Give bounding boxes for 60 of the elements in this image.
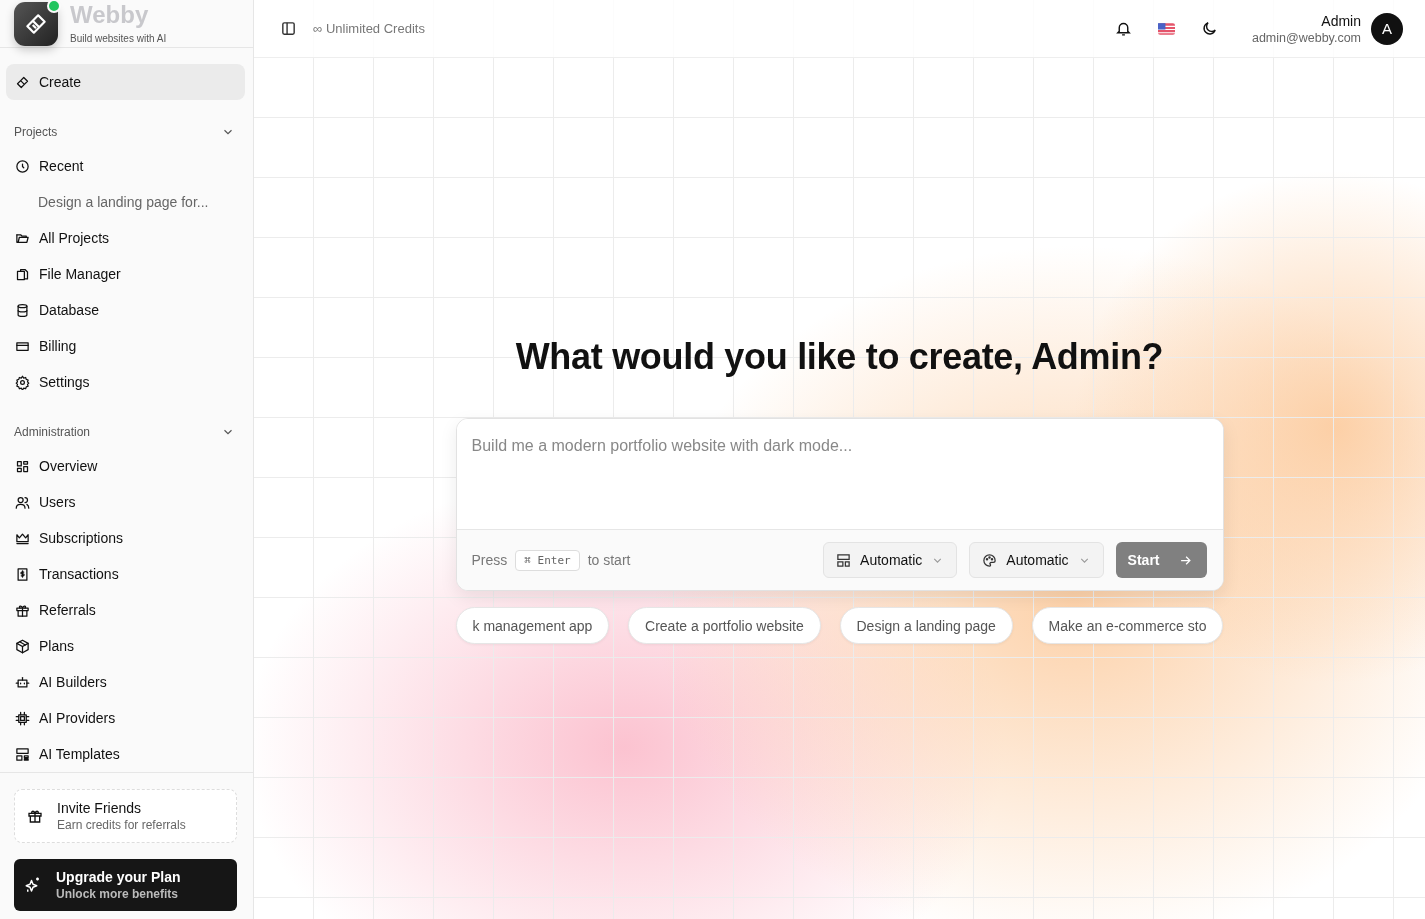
chip-icon	[15, 710, 30, 726]
section-header[interactable]: Projects	[6, 118, 245, 146]
prompt-card[interactable]: Build me a modern portfolio website with dark mode... Press ⌘ Enter to start Automatic Automatic Start	[455, 418, 1224, 591]
invite-card[interactable]: Invite Friends Earn credits for referrals	[14, 789, 237, 843]
keyboard-shortcut: ⌘ Enter	[515, 549, 580, 571]
clock-icon	[15, 158, 30, 174]
hint-text: to start	[587, 552, 631, 568]
nav-item[interactable]: Subscriptions	[6, 520, 245, 556]
section-header[interactable]: Administration	[6, 418, 245, 446]
invite-subtitle: Earn credits for referrals	[57, 818, 186, 832]
palette-icon	[982, 552, 998, 568]
nav-item[interactable]: Database	[6, 292, 245, 328]
nav-item[interactable]: Overview	[6, 448, 245, 484]
nav-item[interactable]: All Projects	[6, 220, 245, 256]
suggestion-chip[interactable]: k management app	[455, 607, 610, 644]
grid-icon	[15, 458, 30, 474]
nav-item[interactable]: Transactions	[6, 556, 245, 592]
create-nav-item[interactable]: Create	[6, 64, 245, 100]
prompt-input[interactable]: Build me a modern portfolio website with dark mode...	[456, 419, 1223, 529]
database-icon	[15, 302, 30, 318]
avatar[interactable]: A	[1371, 12, 1403, 45]
nav-item[interactable]: Recent	[6, 148, 245, 184]
sparkle-icon	[24, 876, 42, 894]
receipt-icon	[15, 566, 30, 582]
nav-item[interactable]: Users	[6, 484, 245, 520]
user-email: admin@webby.com	[1251, 30, 1361, 45]
recent-project-item[interactable]: Design a landing page for...	[6, 184, 245, 220]
mode-select[interactable]: Automatic	[969, 542, 1104, 578]
mode-select[interactable]: Automatic	[823, 542, 958, 578]
nav-item[interactable]: Billing	[6, 328, 245, 364]
upgrade-subtitle: Unlock more benefits	[56, 887, 180, 901]
gift-icon	[15, 602, 30, 618]
user-name: Admin	[1320, 12, 1361, 29]
crown-icon	[15, 530, 30, 546]
layout-icon	[836, 552, 852, 568]
settings-icon	[15, 374, 30, 390]
upgrade-card[interactable]: Upgrade your Plan Unlock more benefits	[14, 859, 237, 911]
invite-title: Invite Friends	[57, 800, 143, 816]
upgrade-title: Upgrade your Plan	[56, 869, 181, 885]
infinity-symbol: ∞	[313, 21, 323, 36]
robot-icon	[15, 674, 30, 690]
nav-item[interactable]: AI Providers	[6, 700, 245, 736]
suggestion-chip[interactable]: Create a portfolio website	[628, 607, 821, 644]
suggestion-chip[interactable]: Make an e-commerce sto	[1031, 607, 1224, 644]
hint-text: Press	[471, 552, 508, 568]
nav-item[interactable]: Settings	[6, 364, 245, 400]
page-heading: What would you like to create, Admin?	[515, 336, 1164, 378]
gift-icon	[27, 808, 43, 824]
users-icon	[15, 494, 30, 510]
files-icon	[15, 266, 30, 282]
suggestion-chip[interactable]: Design a landing page	[839, 607, 1013, 644]
nav-item[interactable]: Referrals	[6, 592, 245, 628]
credits-label: Unlimited Credits	[325, 21, 425, 36]
layout-icon	[15, 746, 30, 762]
nav-item[interactable]: File Manager	[6, 256, 245, 292]
nav-item[interactable]: AI Templates	[6, 736, 245, 772]
brand-tagline: Build websites with AI	[70, 33, 167, 44]
nav-item[interactable]: AI Builders	[6, 664, 245, 700]
nav-item[interactable]: Plans	[6, 628, 245, 664]
box-icon	[15, 638, 30, 654]
